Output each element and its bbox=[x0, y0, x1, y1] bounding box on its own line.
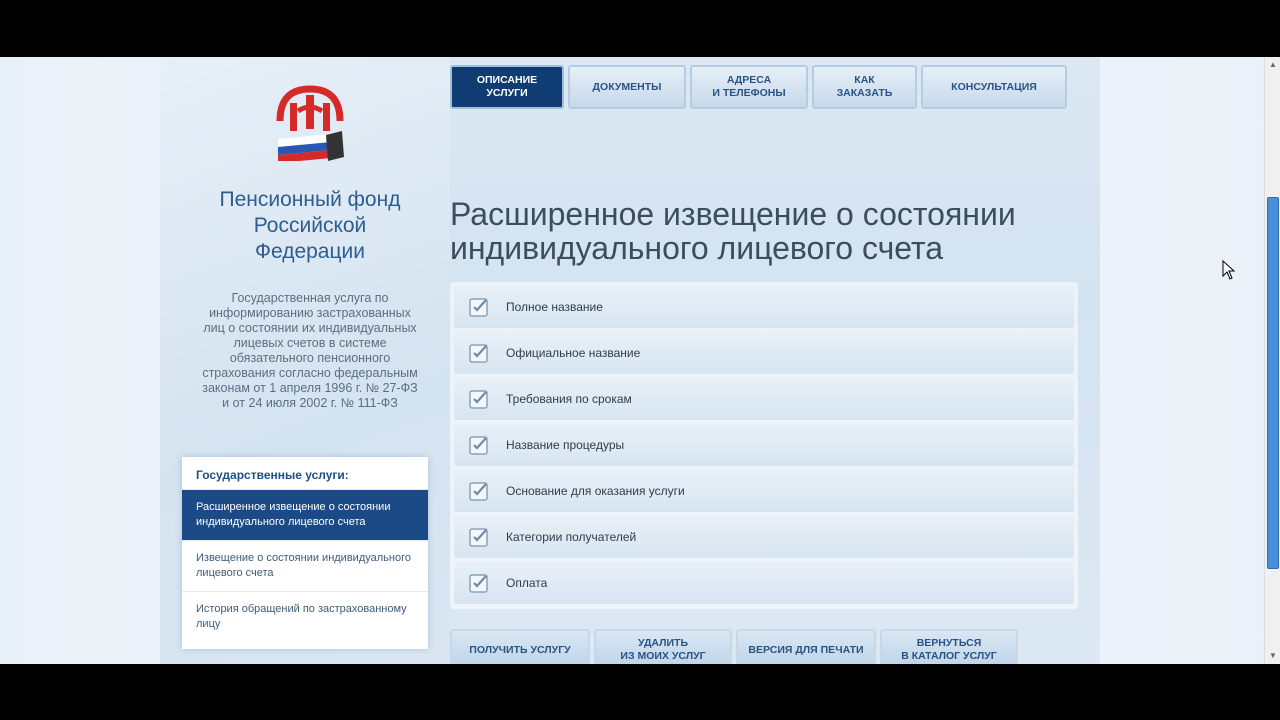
tab-label: АДРЕСА bbox=[726, 74, 772, 86]
org-name-line: Российской bbox=[253, 214, 367, 237]
service-item-notice[interactable]: Извещение о состоянии индивидуального ли… bbox=[182, 541, 428, 592]
mouse-cursor-icon bbox=[1222, 260, 1236, 280]
vertical-scrollbar[interactable]: ▲ ▼ bbox=[1264, 57, 1280, 664]
back-to-catalog-button[interactable]: ВЕРНУТЬСЯ В КАТАЛОГ УСЛУГ bbox=[880, 629, 1018, 664]
tab-consultation[interactable]: КОНСУЛЬТАЦИЯ bbox=[921, 65, 1067, 109]
remove-from-my-services-button[interactable]: УДАЛИТЬ ИЗ МОИХ УСЛУГ bbox=[594, 629, 732, 664]
tab-label: КОНСУЛЬТАЦИЯ bbox=[951, 80, 1037, 93]
section-legal-basis[interactable]: Основание для оказания услуги bbox=[454, 470, 1074, 512]
checklist-icon bbox=[469, 390, 488, 409]
section-recipients[interactable]: Категории получателей bbox=[454, 516, 1074, 558]
scroll-down-icon[interactable]: ▼ bbox=[1265, 648, 1280, 664]
checklist-icon bbox=[469, 482, 488, 501]
action-label: В КАТАЛОГ УСЛУГ bbox=[901, 650, 997, 662]
org-name-line: Федерации bbox=[255, 240, 365, 263]
services-panel: Государственные услуги: Расширенное изве… bbox=[182, 457, 428, 649]
section-label: Оплата bbox=[506, 576, 548, 590]
section-procedure-name[interactable]: Название процедуры bbox=[454, 424, 1074, 466]
left-column: Пенсионный фонд Российской Федерации Гос… bbox=[160, 57, 450, 664]
section-label: Требования по срокам bbox=[506, 392, 632, 406]
tab-documents[interactable]: ДОКУМЕНТЫ bbox=[568, 65, 686, 109]
tab-how-to-order[interactable]: КАК ЗАКАЗАТЬ bbox=[812, 65, 917, 109]
service-item-extended-notice[interactable]: Расширенное извещение о состоянии индиви… bbox=[182, 490, 428, 541]
action-label: ПОЛУЧИТЬ УСЛУГУ bbox=[469, 643, 571, 656]
tab-label: ЗАКАЗАТЬ bbox=[836, 87, 893, 99]
section-payment[interactable]: Оплата bbox=[454, 562, 1074, 604]
page-title: Расширенное извещение о состоянии индиви… bbox=[450, 196, 1016, 266]
section-official-name[interactable]: Официальное название bbox=[454, 332, 1074, 374]
get-service-button[interactable]: ПОЛУЧИТЬ УСЛУГУ bbox=[450, 629, 590, 664]
services-heading: Государственные услуги: bbox=[182, 457, 428, 490]
section-label: Название процедуры bbox=[506, 438, 625, 452]
org-description: Государственная услуга по информированию… bbox=[202, 291, 418, 410]
pfr-logo-icon bbox=[276, 85, 344, 161]
action-label: ИЗ МОИХ УСЛУГ bbox=[620, 650, 706, 662]
tab-label: ОПИСАНИЕ bbox=[476, 74, 538, 86]
tab-label: И ТЕЛЕФОНЫ bbox=[712, 87, 786, 99]
tab-addresses[interactable]: АДРЕСА И ТЕЛЕФОНЫ bbox=[690, 65, 808, 109]
checklist-icon bbox=[469, 298, 488, 317]
section-label: Официальное название bbox=[506, 346, 641, 360]
action-bar: ПОЛУЧИТЬ УСЛУГУ УДАЛИТЬ ИЗ МОИХ УСЛУГ ВЕР… bbox=[450, 629, 1018, 664]
org-name-line: Пенсионный фонд bbox=[219, 188, 401, 211]
tab-label: КАК bbox=[854, 74, 875, 86]
checklist-icon bbox=[469, 344, 488, 363]
tab-label: ДОКУМЕНТЫ bbox=[592, 80, 662, 93]
checklist-icon bbox=[469, 574, 488, 593]
browser-viewport: Пенсионный фонд Российской Федерации Гос… bbox=[0, 57, 1280, 664]
org-name: Пенсионный фонд Российской Федерации bbox=[180, 187, 440, 265]
service-item-history[interactable]: История обращений по застрахованному лиц… bbox=[182, 592, 428, 643]
section-label: Категории получателей bbox=[506, 530, 637, 544]
tab-label: УСЛУГИ bbox=[486, 87, 528, 99]
scroll-thumb[interactable] bbox=[1267, 197, 1279, 569]
section-deadlines[interactable]: Требования по срокам bbox=[454, 378, 1074, 420]
print-version-button[interactable]: ВЕРСИЯ ДЛЯ ПЕЧАТИ bbox=[736, 629, 876, 664]
scroll-up-icon[interactable]: ▲ bbox=[1265, 57, 1280, 73]
action-label: ВЕРСИЯ ДЛЯ ПЕЧАТИ bbox=[748, 643, 864, 656]
checklist-icon bbox=[469, 436, 488, 455]
tab-description[interactable]: ОПИСАНИЕ УСЛУГИ bbox=[450, 65, 564, 109]
sections-list: Полное название Официальное название Тре… bbox=[450, 282, 1078, 609]
action-label: УДАЛИТЬ bbox=[637, 637, 689, 649]
section-full-name[interactable]: Полное название bbox=[454, 286, 1074, 328]
section-label: Основание для оказания услуги bbox=[506, 484, 685, 498]
action-label: ВЕРНУТЬСЯ bbox=[916, 637, 982, 649]
section-label: Полное название bbox=[506, 300, 603, 314]
tab-bar: ОПИСАНИЕ УСЛУГИ ДОКУМЕНТЫ АДРЕСА И ТЕЛЕФОН… bbox=[450, 65, 1067, 110]
checklist-icon bbox=[469, 528, 488, 547]
